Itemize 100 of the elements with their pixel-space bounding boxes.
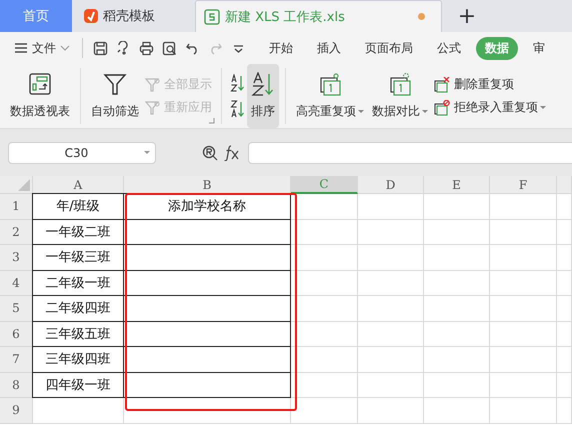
duplicate-action-button[interactable]: 删除重复项 [432, 75, 548, 94]
row-header[interactable]: 6 [0, 322, 33, 347]
dialog-launcher-icon [208, 117, 215, 124]
delete-duplicates-icon [434, 76, 450, 92]
ribbon-tab[interactable]: 插入 [308, 36, 350, 60]
highlight-duplicates-icon [318, 72, 342, 96]
table-cell [490, 194, 557, 220]
table-cell [424, 194, 490, 220]
sort-descending-icon [230, 100, 245, 118]
table-cell [358, 322, 424, 347]
table-cell [557, 398, 572, 424]
table-cell [358, 398, 424, 424]
row-header[interactable]: 5 [0, 296, 33, 322]
print-icon [139, 40, 154, 56]
reject-duplicates-icon [434, 100, 450, 116]
row-header[interactable]: 4 [0, 270, 33, 296]
row-header[interactable]: 2 [0, 220, 33, 245]
table-cell [424, 347, 490, 372]
table-cell [358, 220, 424, 245]
duplicates-button[interactable]: 高亮重复项 [292, 64, 368, 128]
table-cell [291, 194, 358, 220]
sort-button[interactable]: 排序 [247, 64, 279, 128]
file-menu[interactable]: 文件 [14, 40, 76, 56]
row-header[interactable]: 9 [0, 398, 33, 424]
table-cell [424, 220, 490, 245]
sort-ascending-icon [230, 74, 245, 92]
chevron-down-icon [60, 44, 70, 52]
column-header[interactable]: E [424, 176, 490, 194]
table-cell [358, 296, 424, 322]
column-header[interactable]: F [490, 176, 557, 194]
table-cell [424, 245, 490, 270]
duplicate-action-button[interactable]: 拒绝录入重复项 [432, 98, 548, 117]
table-cell [291, 347, 358, 372]
table-cell [490, 372, 557, 398]
select-all-button[interactable] [0, 176, 33, 194]
table-cell [557, 220, 572, 245]
table-cell [358, 347, 424, 372]
column-header[interactable]: D [358, 176, 424, 194]
spreadsheet-icon [204, 8, 220, 24]
filter-icon [145, 100, 160, 115]
table-cell [358, 372, 424, 398]
table-cell [557, 245, 572, 270]
duplicates-button[interactable]: 数据对比 [368, 64, 432, 128]
auto-filter-button[interactable]: 自动筛选 [87, 64, 143, 128]
select-all-icon [18, 179, 30, 191]
table-cell: 四年级一班 [32, 372, 124, 398]
compare-data-icon [388, 72, 412, 96]
column-header[interactable] [557, 176, 572, 194]
table-cell [490, 296, 557, 322]
table-cell [291, 270, 358, 296]
table-cell [490, 220, 557, 245]
table-cell [291, 220, 358, 245]
zoom-icon [202, 144, 218, 160]
filter-icon [145, 77, 160, 92]
save-icon [93, 40, 108, 56]
table-cell [291, 322, 358, 347]
ribbon-tab[interactable]: 页面布局 [356, 36, 422, 60]
row-header[interactable]: 1 [0, 194, 33, 220]
ribbon-tab[interactable]: 公式 [428, 36, 470, 60]
new-tab-button[interactable]: + [442, 0, 492, 32]
dropdown-icon [144, 151, 150, 154]
table-cell [557, 296, 572, 322]
table-cell [358, 245, 424, 270]
table-cell [424, 296, 490, 322]
sort-icon [251, 72, 275, 96]
column-header[interactable]: A [33, 176, 124, 194]
filter-icon [103, 72, 127, 96]
table-cell [291, 372, 358, 398]
table-cell [291, 245, 358, 270]
table-cell [490, 245, 557, 270]
function-icon [224, 144, 240, 161]
table-cell: 添加学校名称 [123, 193, 291, 220]
name-box[interactable]: C30 [8, 142, 156, 164]
pivot-table-icon [28, 72, 52, 96]
app-logo-icon [84, 9, 98, 23]
table-cell [424, 322, 490, 347]
column-header[interactable]: B [124, 176, 291, 194]
ribbon-tab[interactable]: 开始 [260, 36, 302, 60]
table-cell [424, 270, 490, 296]
table-cell [490, 270, 557, 296]
row-header[interactable]: 8 [0, 372, 33, 398]
formula-input[interactable] [248, 142, 572, 164]
table-cell [490, 347, 557, 372]
table-cell: 年/班级 [32, 193, 124, 220]
table-cell [490, 398, 557, 424]
ribbon-tab[interactable]: 审 [524, 36, 554, 60]
table-cell [291, 296, 358, 322]
table-cell [557, 347, 572, 372]
print-preview-icon [162, 40, 177, 56]
table-cell [424, 398, 490, 424]
table-cell [557, 194, 572, 220]
pivot-table-button[interactable]: 数据透视表 [6, 64, 74, 128]
table-cell [557, 322, 572, 347]
row-header[interactable]: 7 [0, 347, 33, 372]
table-cell [358, 270, 424, 296]
row-header[interactable]: 3 [0, 245, 33, 270]
table-cell [291, 398, 358, 424]
menu-icon [14, 41, 28, 55]
table-cell [424, 372, 490, 398]
table-cell [490, 322, 557, 347]
